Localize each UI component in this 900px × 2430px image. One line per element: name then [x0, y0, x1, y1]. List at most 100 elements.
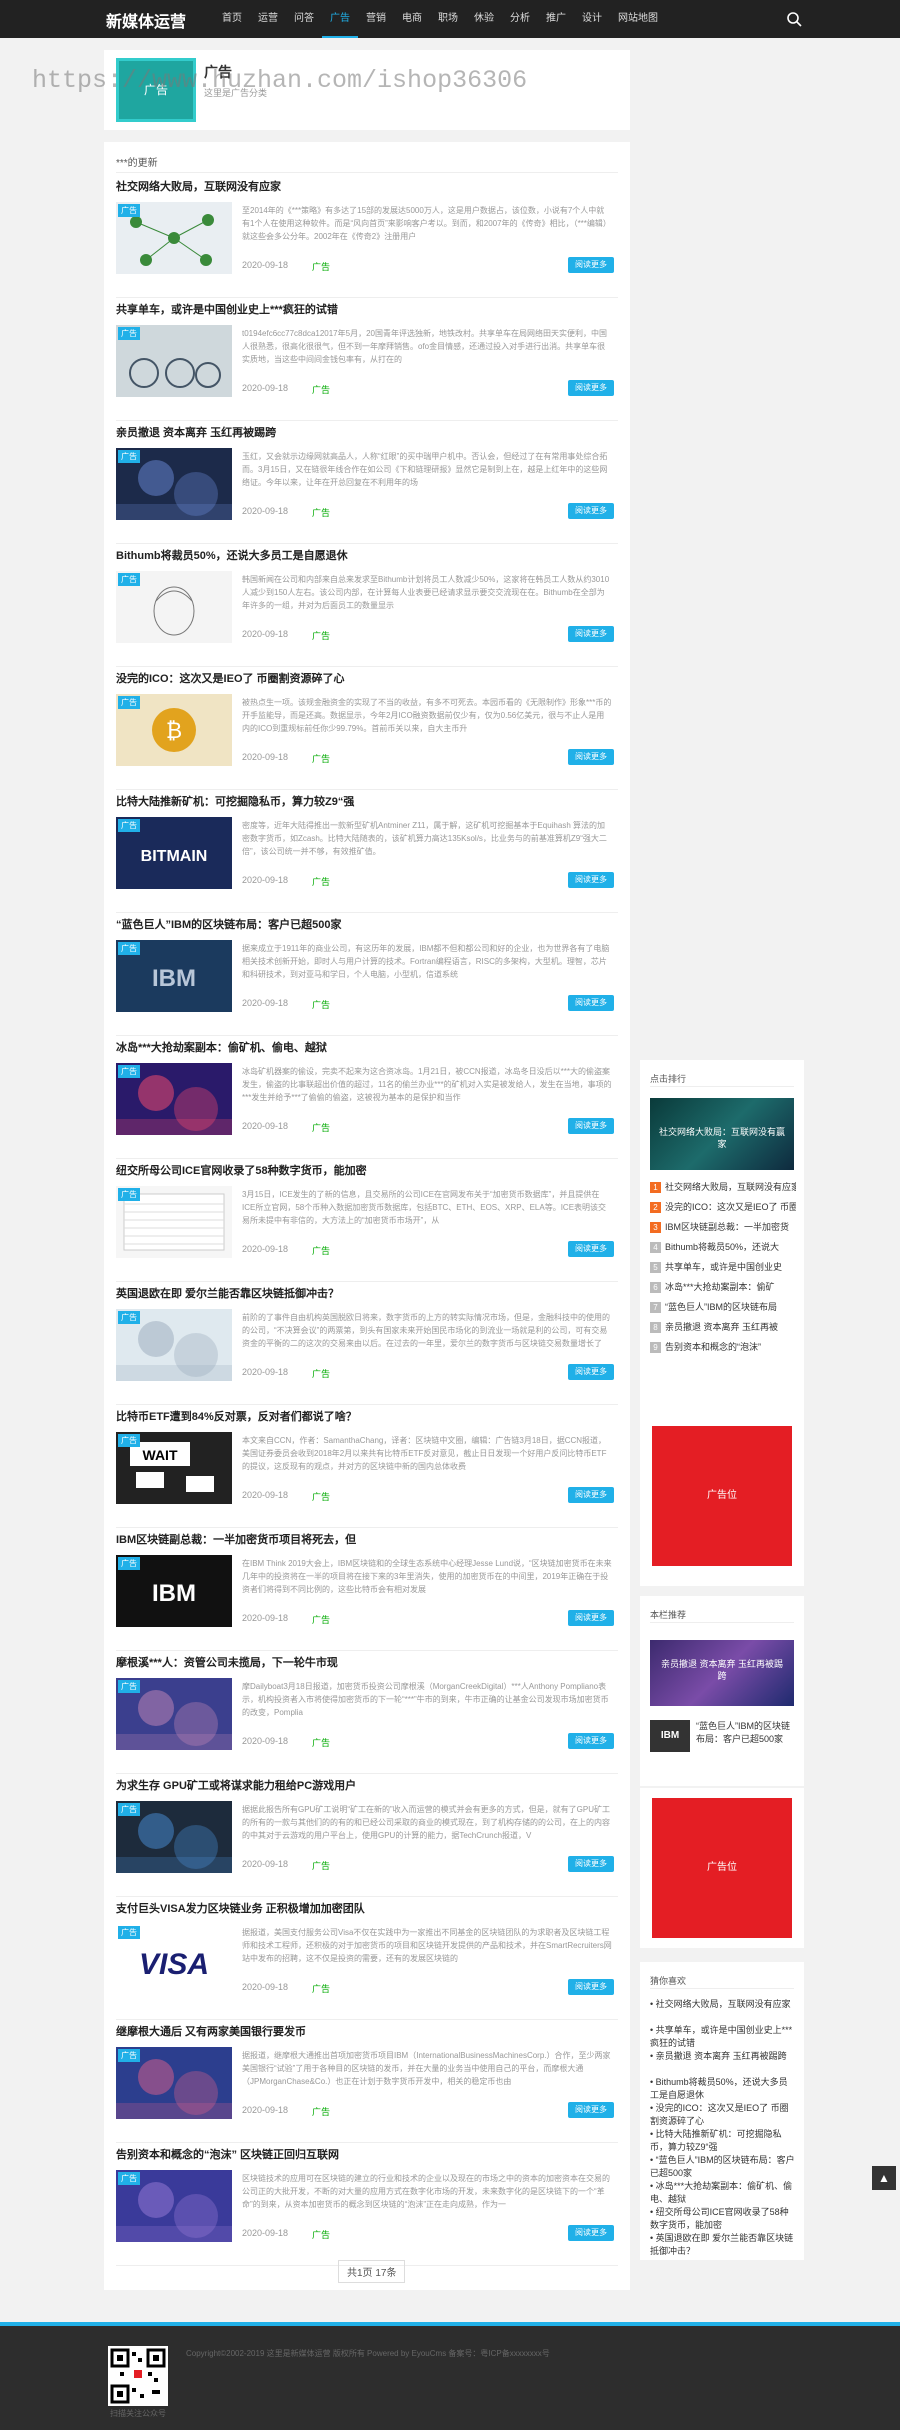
post-thumbnail[interactable]: 广告 — [116, 448, 232, 520]
hot-item-title[interactable]: 亲员撤退 资本离弃 玉红再被 — [665, 1322, 778, 1332]
read-more-button[interactable]: 阅读更多 — [568, 1733, 614, 1749]
post-title[interactable]: 摩根溪***人：资管公司未揽局，下一轮牛市现 — [116, 1654, 616, 1670]
latest-item-title[interactable]: 社交网络大败局，互联网没有应家 — [656, 1999, 791, 2009]
hot-item-title[interactable]: “蓝色巨人”IBM的区块链布局 — [665, 1302, 777, 1312]
nav-item[interactable]: 问答 — [286, 0, 322, 38]
search-icon[interactable] — [786, 11, 802, 27]
pagination[interactable]: 共1页 17条 — [338, 2260, 406, 2283]
hot-item-title[interactable]: Bithumb将裁员50%，还说大 — [665, 1242, 779, 1252]
hot-item-title[interactable]: IBM区块链副总裁：一半加密货 — [665, 1222, 789, 1232]
post-thumbnail[interactable]: VISA 广告 — [116, 1924, 232, 1996]
ad-banner[interactable]: 广告位 — [652, 1426, 792, 1566]
latest-item-title[interactable]: 比特大陆推新矿机：可挖掘隐私币，算力较Z9“强 — [650, 2129, 782, 2152]
post-title[interactable]: 共享单车，或许是中国创业史上***疯狂的试错 — [116, 301, 616, 317]
read-more-button[interactable]: 阅读更多 — [568, 1241, 614, 1257]
nav-item[interactable]: 职场 — [430, 0, 466, 38]
post-tag[interactable]: 广告 — [312, 752, 330, 765]
post-tag[interactable]: 广告 — [312, 1490, 330, 1503]
post-tag[interactable]: 广告 — [312, 260, 330, 273]
post-tag[interactable]: 广告 — [312, 998, 330, 1011]
read-more-button[interactable]: 阅读更多 — [568, 749, 614, 765]
post-thumbnail[interactable]: WAIT 广告 — [116, 1432, 232, 1504]
post-thumbnail[interactable]: BITMAIN 广告 — [116, 817, 232, 889]
post-title[interactable]: 没完的ICO：这次又是IEO了 币圈割资源碎了心 — [116, 670, 616, 686]
latest-item-title[interactable]: 冰岛***大抢劫案副本：偷矿机、偷电、越狱 — [650, 2181, 792, 2204]
hot-banner-image[interactable]: 社交网络大败局：互联网没有赢家 — [650, 1098, 794, 1170]
hot-list-item[interactable]: 1 社交网络大败局，互联网没有应家 — [650, 1180, 796, 1196]
read-more-button[interactable]: 阅读更多 — [568, 1118, 614, 1134]
recommend-thumbnail[interactable]: IBM — [650, 1720, 690, 1752]
post-title[interactable]: 社交网络大败局，互联网没有应家 — [116, 178, 616, 194]
post-tag[interactable]: 广告 — [312, 875, 330, 888]
hot-item-title[interactable]: 告别资本和概念的“泡沫” — [665, 1342, 761, 1352]
post-tag[interactable]: 广告 — [312, 1121, 330, 1134]
post-tag[interactable]: 广告 — [312, 2105, 330, 2118]
nav-item[interactable]: 分析 — [502, 0, 538, 38]
latest-list-item[interactable]: • 冰岛***大抢劫案副本：偷矿机、偷电、越狱 — [650, 2180, 796, 2206]
nav-item[interactable]: 运营 — [250, 0, 286, 38]
read-more-button[interactable]: 阅读更多 — [568, 1364, 614, 1380]
post-thumbnail[interactable]: 广告 — [116, 1186, 232, 1258]
post-thumbnail[interactable]: 广告 — [116, 1801, 232, 1873]
hot-list-item[interactable]: 3 IBM区块链副总裁：一半加密货 — [650, 1220, 796, 1236]
post-title[interactable]: 冰岛***大抢劫案副本：偷矿机、偷电、越狱 — [116, 1039, 616, 1055]
post-thumbnail[interactable]: 广告 — [116, 571, 232, 643]
post-tag[interactable]: 广告 — [312, 1859, 330, 1872]
back-to-top-button[interactable]: ▲ — [872, 2166, 896, 2190]
nav-item[interactable]: 网站地图 — [610, 0, 666, 38]
nav-item[interactable]: 营销 — [358, 0, 394, 38]
post-thumbnail[interactable]: 广告 — [116, 2170, 232, 2242]
read-more-button[interactable]: 阅读更多 — [568, 2225, 614, 2241]
latest-list-item[interactable]: • 亲员撤退 资本离弃 玉红再被踢跨 — [650, 2050, 796, 2063]
hot-item-title[interactable]: 共享单车，或许是中国创业史 — [665, 1262, 782, 1272]
post-thumbnail[interactable]: 广告 — [116, 325, 232, 397]
post-title[interactable]: IBM区块链副总裁：一半加密货币项目将死去，但 — [116, 1531, 616, 1547]
hot-banner-title[interactable]: 社交网络大败局：互联网没有赢家 — [658, 1126, 786, 1150]
latest-item-title[interactable]: 共享单车，或许是中国创业史上***疯狂的试错 — [650, 2025, 792, 2048]
hot-list-item[interactable]: 5 共享单车，或许是中国创业史 — [650, 1260, 796, 1276]
post-title[interactable]: 比特大陆推新矿机：可挖掘隐私币，算力较Z9“强 — [116, 793, 616, 809]
read-more-button[interactable]: 阅读更多 — [568, 257, 614, 273]
read-more-button[interactable]: 阅读更多 — [568, 872, 614, 888]
site-logo[interactable]: 新媒体运营 — [106, 8, 186, 32]
latest-item-title[interactable]: 纽交所母公司ICE官网收录了58种数字货币，能加密 — [650, 2207, 789, 2230]
nav-item[interactable]: 首页 — [214, 0, 250, 38]
post-tag[interactable]: 广告 — [312, 506, 330, 519]
post-title[interactable]: 支付巨头VISA发力区块链业务 正积极增加加密团队 — [116, 1900, 616, 1916]
read-more-button[interactable]: 阅读更多 — [568, 2102, 614, 2118]
ad-banner[interactable]: 广告位 — [652, 1798, 792, 1938]
post-thumbnail[interactable]: ₿ 广告 — [116, 694, 232, 766]
post-tag[interactable]: 广告 — [312, 629, 330, 642]
post-title[interactable]: 继摩根大通后 又有两家美国银行要发币 — [116, 2023, 616, 2039]
post-title[interactable]: 纽交所母公司ICE官网收录了58种数字货币，能加密 — [116, 1162, 616, 1178]
hot-list-item[interactable]: 2 没完的ICO：这次又是IEO了 币圈 — [650, 1200, 796, 1216]
post-tag[interactable]: 广告 — [312, 1367, 330, 1380]
recommend-item[interactable]: “蓝色巨人”IBM的区块链布局：客户已超500家 — [696, 1720, 794, 1746]
nav-item-active[interactable]: 广告 — [322, 0, 358, 38]
post-title[interactable]: 比特币ETF遭到84%反对票，反对者们都说了啥？ — [116, 1408, 616, 1424]
post-title[interactable]: 亲员撤退 资本离弃 玉红再被踢跨 — [116, 424, 616, 440]
latest-list-item[interactable]: • 社交网络大败局，互联网没有应家 — [650, 1998, 796, 2011]
latest-item-title[interactable]: “蓝色巨人”IBM的区块链布局：客户已超500家 — [650, 2155, 795, 2178]
latest-item-title[interactable]: 英国退欧在即 爱尔兰能否靠区块链抵御冲击？ — [650, 2233, 793, 2256]
post-title[interactable]: “蓝色巨人”IBM的区块链布局：客户已超500家 — [116, 916, 616, 932]
latest-item-title[interactable]: 亲员撤退 资本离弃 玉红再被踢跨 — [656, 2051, 787, 2061]
hot-list-item[interactable]: 8 亲员撤退 资本离弃 玉红再被 — [650, 1320, 796, 1336]
post-thumbnail[interactable]: IBM 广告 — [116, 1555, 232, 1627]
hot-list-item[interactable]: 9 告别资本和概念的“泡沫” — [650, 1340, 796, 1356]
post-tag[interactable]: 广告 — [312, 1982, 330, 1995]
latest-item-title[interactable]: 没完的ICO：这次又是IEO了 币圈割资源碎了心 — [650, 2103, 789, 2126]
nav-item[interactable]: 设计 — [574, 0, 610, 38]
latest-list-item[interactable]: • 英国退欧在即 爱尔兰能否靠区块链抵御冲击？ — [650, 2232, 796, 2258]
post-tag[interactable]: 广告 — [312, 1736, 330, 1749]
latest-list-item[interactable]: • “蓝色巨人”IBM的区块链布局：客户已超500家 — [650, 2154, 796, 2180]
hot-item-title[interactable]: 冰岛***大抢劫案副本：偷矿 — [665, 1282, 775, 1292]
hot-list-item[interactable]: 7 “蓝色巨人”IBM的区块链布局 — [650, 1300, 796, 1316]
nav-item[interactable]: 休验 — [466, 0, 502, 38]
post-thumbnail[interactable]: 广告 — [116, 1063, 232, 1135]
hot-list-item[interactable]: 4 Bithumb将裁员50%，还说大 — [650, 1240, 796, 1256]
post-tag[interactable]: 广告 — [312, 1613, 330, 1626]
read-more-button[interactable]: 阅读更多 — [568, 995, 614, 1011]
read-more-button[interactable]: 阅读更多 — [568, 1856, 614, 1872]
read-more-button[interactable]: 阅读更多 — [568, 626, 614, 642]
